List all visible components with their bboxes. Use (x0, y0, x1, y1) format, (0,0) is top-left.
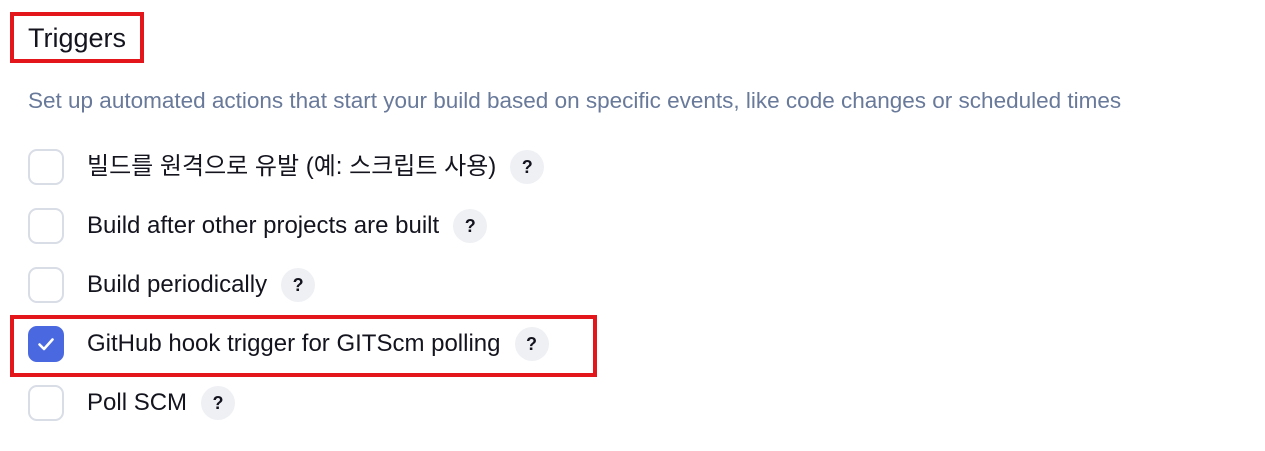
help-button-poll-scm[interactable]: ? (201, 386, 236, 420)
trigger-label-build-periodically[interactable]: Build periodically (87, 269, 267, 301)
help-button-remote-build[interactable]: ? (510, 150, 545, 184)
trigger-label-remote-build[interactable]: 빌드를 원격으로 유발 (예: 스크립트 사용) (87, 151, 496, 183)
trigger-label-poll-scm[interactable]: Poll SCM (87, 387, 187, 419)
checkbox-build-periodically[interactable] (28, 267, 64, 303)
trigger-option-remote-build: 빌드를 원격으로 유발 (예: 스크립트 사용) ? (28, 147, 545, 187)
section-description: Set up automated actions that start your… (28, 88, 1122, 113)
section-title: Triggers (28, 23, 127, 53)
trigger-option-build-periodically: Build periodically ? (28, 265, 316, 305)
trigger-option-poll-scm: Poll SCM ? (28, 383, 236, 423)
triggers-section: Triggers Set up automated actions that s… (0, 0, 1265, 451)
checkbox-build-after-other-projects[interactable] (28, 208, 64, 244)
help-button-build-after-other-projects[interactable]: ? (453, 209, 488, 243)
trigger-label-build-after-other-projects[interactable]: Build after other projects are built (87, 210, 439, 242)
checkbox-poll-scm[interactable] (28, 385, 64, 421)
trigger-option-build-after-other-projects: Build after other projects are built ? (28, 206, 488, 246)
help-button-build-periodically[interactable]: ? (281, 268, 316, 302)
annotation-highlight-github-hook (10, 315, 597, 377)
checkbox-remote-build[interactable] (28, 149, 64, 185)
